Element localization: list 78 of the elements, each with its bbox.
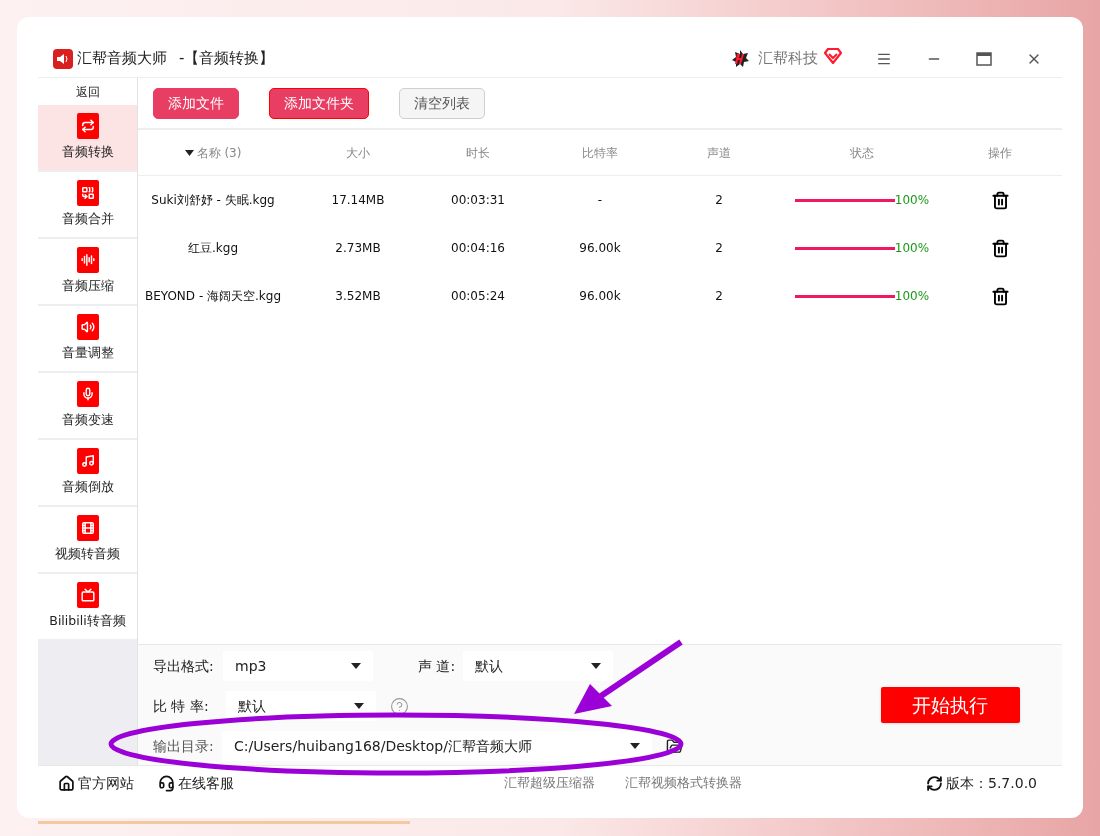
- channel-label: 声 道:: [418, 656, 457, 676]
- headset-icon: [158, 774, 175, 792]
- dropdown-caret-icon: [630, 743, 640, 749]
- film-icon: [76, 515, 99, 542]
- maximize-icon[interactable]: [976, 51, 992, 66]
- microphone-icon: [76, 381, 99, 408]
- version-text: 版本：5.7.0.0: [946, 773, 1037, 793]
- dropdown-caret-icon: [591, 663, 601, 669]
- audio-lines-icon: [76, 247, 99, 274]
- format-select[interactable]: mp3: [223, 651, 373, 681]
- channel-select[interactable]: 默认: [463, 651, 613, 681]
- sidebar-item[interactable]: 音频倒放: [38, 440, 137, 505]
- sidebar-item[interactable]: 音频合并: [38, 172, 137, 237]
- sidebar-item[interactable]: 音频变速: [38, 373, 137, 438]
- back-button[interactable]: 返回: [38, 78, 137, 105]
- format-label: 导出格式:: [153, 656, 215, 676]
- sidebar-item[interactable]: Bilibili转音频: [38, 574, 137, 639]
- sidebar-item[interactable]: 音频压缩: [38, 239, 137, 304]
- progress-reading: 100%: [894, 288, 930, 305]
- output-label: 输出目录:: [153, 736, 215, 756]
- column-header[interactable]: 声道: [707, 143, 731, 162]
- progress-reading: 100%: [894, 192, 930, 209]
- sort-caret-icon[interactable]: [184, 149, 194, 156]
- output-folder-select[interactable]: C:/Users/huibang168/Desktop/汇帮音频大师: [222, 731, 652, 761]
- table-cell-text: 2: [715, 192, 723, 209]
- speaker-icon: [76, 314, 99, 341]
- table-cell-text: 2.73MB: [335, 240, 381, 257]
- delete-icon[interactable]: [990, 190, 1010, 210]
- delete-icon[interactable]: [990, 238, 1010, 258]
- toolbar-button[interactable]: 清空列表: [399, 87, 485, 119]
- tv-icon: [76, 582, 99, 609]
- page-title: -【音频转换】: [179, 48, 275, 70]
- column-header[interactable]: 状态: [850, 143, 874, 162]
- column-header[interactable]: 名称 (3): [196, 143, 242, 162]
- table-cell-text: 红豆.kgg: [188, 240, 238, 257]
- bitrate-label: 比 特 率:: [153, 696, 210, 716]
- table-cell-text: 17.14MB: [331, 192, 385, 209]
- table-cell-text: 2: [715, 288, 723, 305]
- footer-link[interactable]: 官方网站: [58, 772, 134, 794]
- table-cell-text: 00:03:31: [451, 192, 505, 209]
- column-header[interactable]: 比特率: [582, 143, 618, 162]
- sidebar-item[interactable]: 音量调整: [38, 306, 137, 371]
- product-link[interactable]: 汇帮超级压缩器: [504, 773, 595, 793]
- repeat-icon: [76, 113, 99, 140]
- help-icon[interactable]: [390, 696, 409, 716]
- brand-name: 汇帮科技: [758, 48, 818, 70]
- refresh-icon[interactable]: [926, 774, 943, 792]
- diamond-icon: [824, 47, 842, 64]
- table-cell-text: -: [597, 192, 603, 209]
- music-note-icon: [76, 448, 99, 475]
- home-icon: [58, 774, 75, 792]
- column-header[interactable]: 大小: [346, 143, 370, 162]
- table-cell-text: 96.00k: [579, 240, 621, 257]
- brand-logo-icon: [730, 48, 750, 69]
- sidebar-item[interactable]: 视频转音频: [38, 507, 137, 572]
- table-cell-text: Suki刘舒妤 - 失眠.kgg: [151, 192, 275, 209]
- sidebar-item[interactable]: 音频转换: [38, 105, 137, 170]
- dropdown-caret-icon: [351, 663, 361, 669]
- table-cell-text: 3.52MB: [335, 288, 381, 305]
- delete-icon[interactable]: [990, 286, 1010, 306]
- folder-icon[interactable]: [666, 737, 683, 755]
- footer-link[interactable]: 在线客服: [158, 772, 234, 794]
- column-header[interactable]: 操作: [988, 143, 1012, 162]
- table-cell-text: 00:04:16: [451, 240, 505, 257]
- table-cell-text: 00:05:24: [451, 288, 505, 305]
- column-header[interactable]: 时长: [466, 143, 490, 162]
- table-cell-text: 96.00k: [579, 288, 621, 305]
- product-link[interactable]: 汇帮视频格式转换器: [625, 773, 742, 793]
- dropdown-caret-icon: [354, 703, 364, 709]
- progress-reading: 100%: [894, 240, 930, 257]
- app-title: 汇帮音频大师: [77, 48, 167, 70]
- table-cell-text: BEYOND - 海阔天空.kgg: [144, 288, 282, 305]
- toolbar-button[interactable]: 添加文件夹: [269, 87, 369, 119]
- toolbar-button[interactable]: 添加文件: [153, 87, 239, 119]
- speaker-logo-icon: [53, 48, 73, 69]
- table-cell-text: 2: [715, 240, 723, 257]
- merge-icon: [76, 180, 99, 207]
- start-button[interactable]: 开始执行: [880, 687, 1020, 723]
